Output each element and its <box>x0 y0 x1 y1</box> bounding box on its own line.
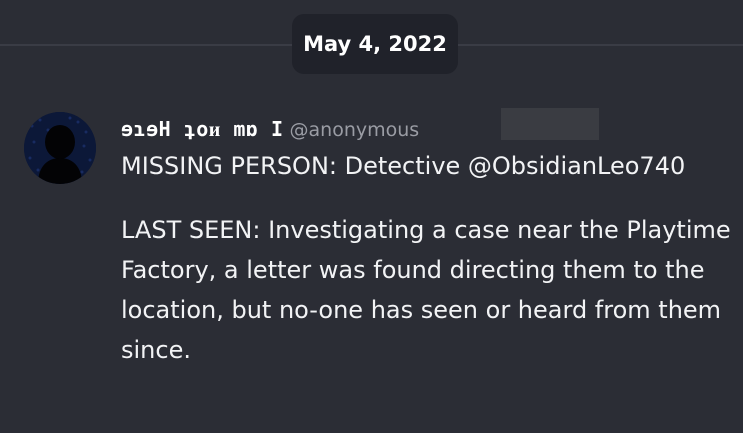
redacted-timestamp <box>501 108 599 140</box>
silhouette-avatar-icon <box>24 112 96 184</box>
author-display-name[interactable]: ɘɿɘH ʇoᴎ mɒ I <box>121 112 284 146</box>
message-paragraph: MISSING PERSON: Detective @ObsidianLeo74… <box>121 152 686 180</box>
message-content: MISSING PERSON: Detective @ObsidianLeo74… <box>121 146 733 370</box>
date-divider-label: May 4, 2022 <box>292 14 458 74</box>
author-username[interactable]: @anonymous <box>290 113 420 147</box>
message-paragraph: LAST SEEN: Investigating a case near the… <box>121 216 731 364</box>
avatar[interactable] <box>24 112 96 184</box>
